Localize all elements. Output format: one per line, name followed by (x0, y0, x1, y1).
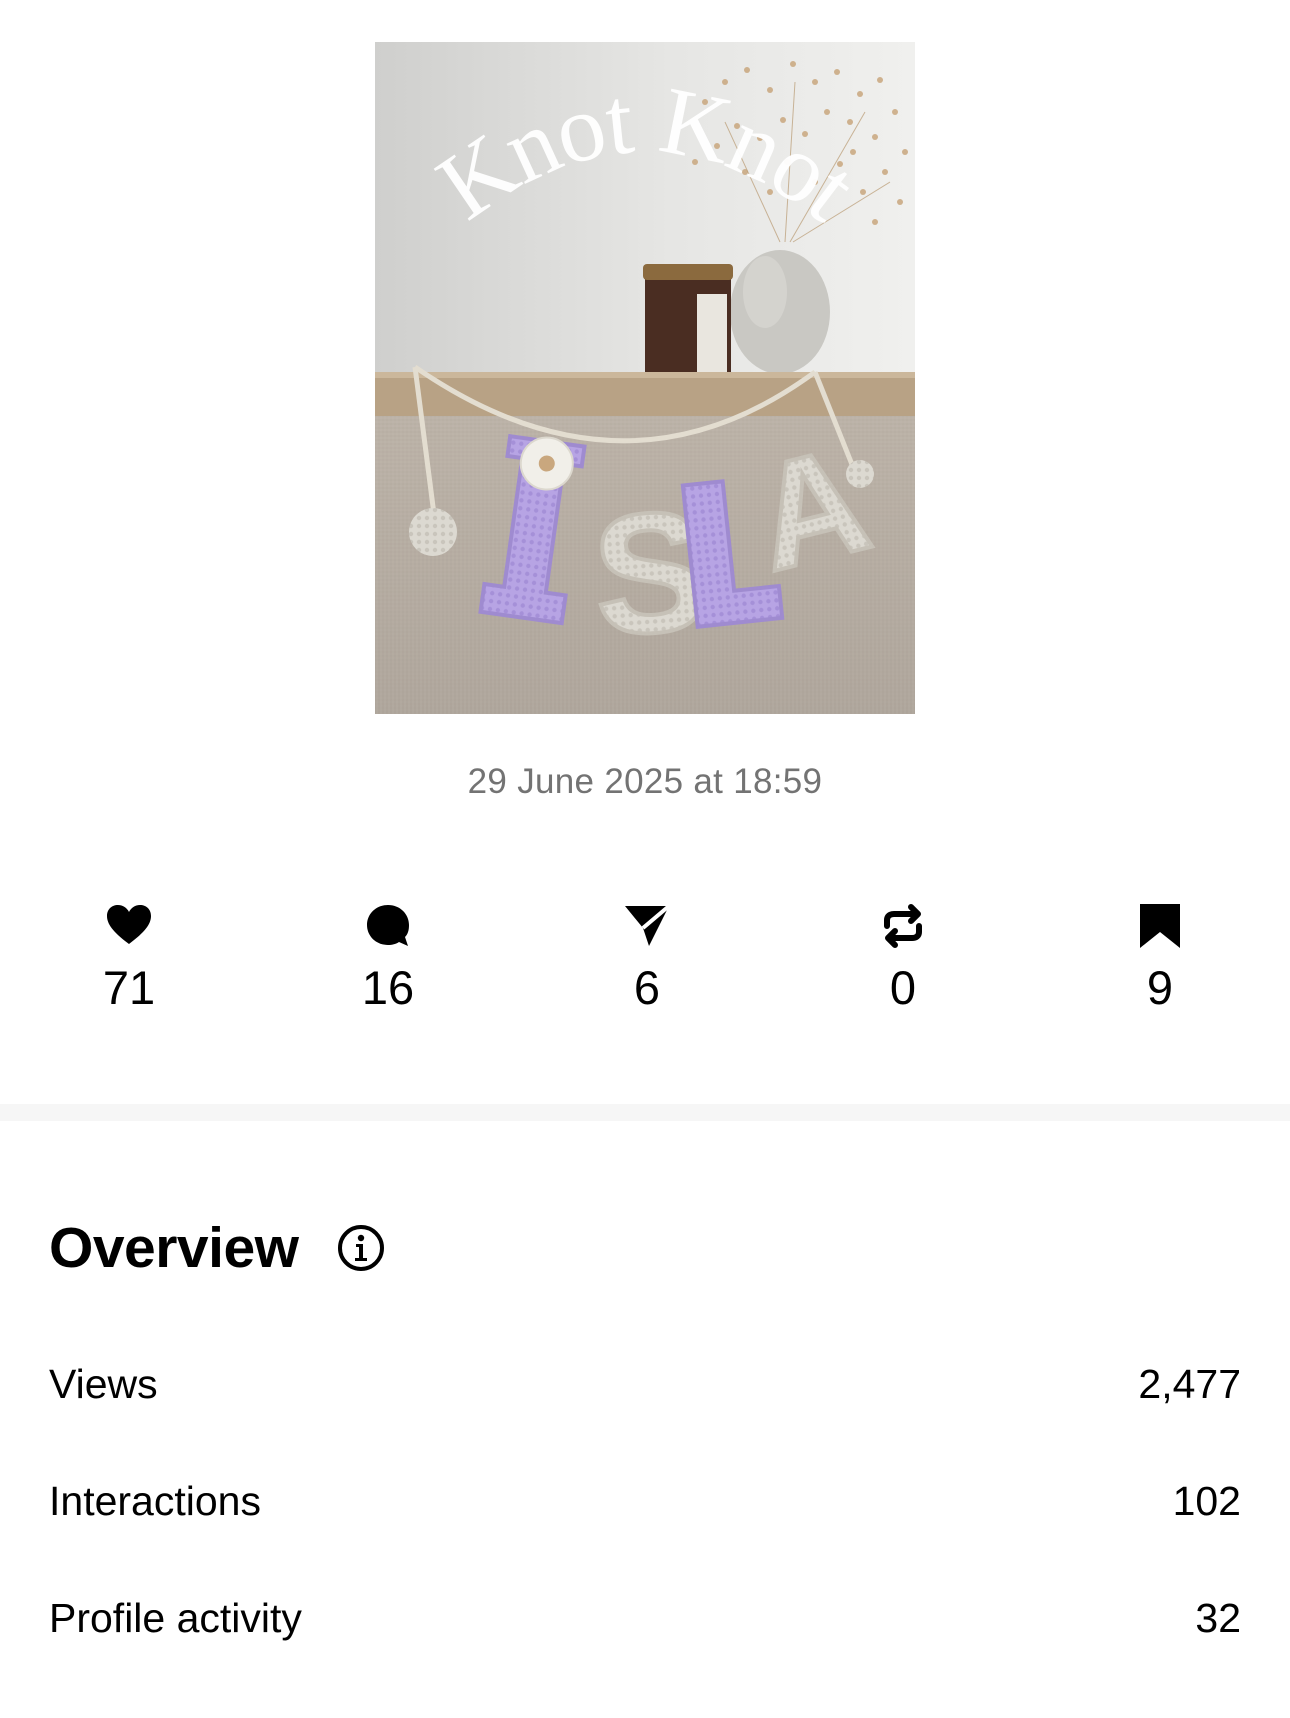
comments-count: 16 (361, 961, 415, 1014)
metric-row-interactions[interactable]: Interactions 102 (49, 1473, 1241, 1529)
bookmark-icon (1134, 900, 1186, 952)
saves-count: 9 (1146, 961, 1174, 1014)
metric-label: Views (49, 1360, 158, 1407)
metric-label: Interactions (49, 1477, 261, 1524)
metric-value: 2,477 (1138, 1360, 1241, 1407)
post-insights-page: S A Knot Knot 29 June 2025 at 18:59 71 1… (0, 0, 1290, 1718)
saves-stat[interactable]: 9 (1080, 900, 1240, 1030)
post-image[interactable]: S A Knot Knot (375, 42, 915, 714)
send-icon (621, 900, 673, 952)
repost-icon (877, 900, 929, 952)
shares-stat[interactable]: 6 (567, 900, 727, 1030)
likes-stat[interactable]: 71 (49, 900, 209, 1030)
metric-row-profile-activity[interactable]: Profile activity 32 (49, 1590, 1241, 1646)
overview-title: Overview (49, 1216, 299, 1280)
metric-value: 102 (1172, 1477, 1241, 1524)
metric-row-views[interactable]: Views 2,477 (49, 1356, 1241, 1412)
post-timestamp: 29 June 2025 at 18:59 (467, 762, 823, 801)
likes-count: 71 (102, 961, 156, 1014)
metric-label: Profile activity (49, 1594, 302, 1641)
reposts-count: 0 (889, 961, 917, 1014)
reposts-stat[interactable]: 0 (823, 900, 983, 1030)
shares-count: 6 (633, 961, 661, 1014)
comment-icon (362, 900, 414, 952)
info-icon[interactable] (337, 1224, 385, 1272)
comments-stat[interactable]: 16 (308, 900, 468, 1030)
metric-value: 32 (1195, 1594, 1241, 1641)
heart-icon (103, 900, 155, 952)
section-divider (0, 1104, 1290, 1121)
